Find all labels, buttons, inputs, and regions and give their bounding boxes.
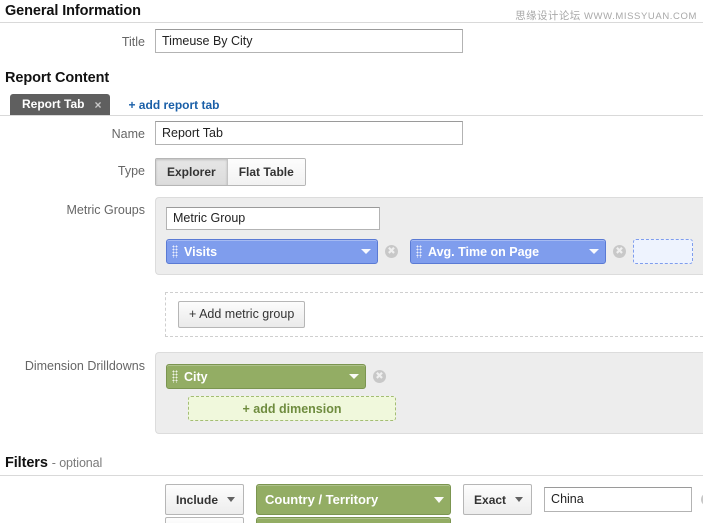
metric-chip-avg-time-on-page[interactable]: Avg. Time on Page xyxy=(410,239,606,264)
caret-down-icon xyxy=(515,497,523,502)
dimension-chip-city-label: City xyxy=(184,370,341,384)
filters-heading-label: Filters xyxy=(5,455,48,471)
add-metric-drop-target[interactable] xyxy=(633,239,693,264)
metric-chip-visits[interactable]: Visits xyxy=(166,239,378,264)
name-input[interactable] xyxy=(155,121,463,145)
remove-circle-icon[interactable]: ✖ xyxy=(385,245,398,258)
filter-include-value: Include xyxy=(176,493,218,507)
type-label: Type xyxy=(0,158,155,184)
metric-groups-label: Metric Groups xyxy=(0,197,155,219)
dimension-chip-row: City ✖ xyxy=(166,364,693,389)
type-option-explorer[interactable]: Explorer xyxy=(156,159,227,185)
general-information-heading: General Information xyxy=(5,3,141,19)
add-dimension-button[interactable]: + add dimension xyxy=(188,396,396,421)
report-content-title-text: Report Content xyxy=(5,70,109,86)
next-filter-field-chip[interactable]: Country / Territory xyxy=(256,517,451,523)
tab-report-tab[interactable]: Report Tab × xyxy=(10,94,110,115)
name-label: Name xyxy=(0,121,155,147)
report-content-heading: Report Content xyxy=(5,70,109,86)
filters-heading: Filters - optional xyxy=(5,455,102,471)
general-information-title-text: General Information xyxy=(5,3,141,19)
filter-field-chip-label: Country / Territory xyxy=(262,492,426,507)
caret-down-icon[interactable] xyxy=(589,249,599,254)
watermark: 思缘设计论坛 WWW.MISSYUAN.COM xyxy=(515,8,697,23)
type-row: Type Explorer Flat Table xyxy=(0,158,703,186)
metric-chip-avg-time-on-page-label: Avg. Time on Page xyxy=(428,245,581,259)
next-filter-include-dropdown[interactable]: Include xyxy=(165,517,244,523)
close-icon[interactable]: × xyxy=(94,99,101,111)
filters-optional-label: - optional xyxy=(52,456,102,470)
metric-groups-row: Metric Groups Visits ✖ Avg. Time on Page… xyxy=(0,197,703,275)
dimension-panel: City ✖ + add dimension xyxy=(155,352,703,434)
caret-down-icon[interactable] xyxy=(361,249,371,254)
filter-match-value: Exact xyxy=(474,493,506,507)
type-toggle-group: Explorer Flat Table xyxy=(155,158,306,186)
add-metric-group-zone: + Add metric group xyxy=(165,292,703,337)
filter-row: Include Country / Territory Exact ✖ xyxy=(165,484,703,515)
next-filter-row-partial: Include Country / Territory xyxy=(165,517,451,523)
watermark-url-text: WWW.MISSYUAN.COM xyxy=(584,11,697,22)
report-tab-strip: Report Tab × + add report tab xyxy=(10,93,219,115)
dimension-drilldowns-row: Dimension Drilldowns City ✖ + add dimens… xyxy=(0,352,703,434)
add-report-tab-link[interactable]: + add report tab xyxy=(128,98,219,112)
remove-circle-icon[interactable]: ✖ xyxy=(373,370,386,383)
caret-down-icon[interactable] xyxy=(349,374,359,379)
report-content-divider xyxy=(0,115,703,116)
filter-value-input[interactable] xyxy=(544,487,692,512)
type-option-flat-table[interactable]: Flat Table xyxy=(227,159,305,185)
title-label: Title xyxy=(0,29,155,55)
title-input[interactable] xyxy=(155,29,463,53)
metric-group-panel: Visits ✖ Avg. Time on Page ✖ xyxy=(155,197,703,275)
caret-down-icon xyxy=(227,497,235,502)
drag-grip-icon[interactable] xyxy=(416,245,422,258)
filters-divider xyxy=(0,475,703,476)
filter-field-chip-country-territory[interactable]: Country / Territory xyxy=(256,484,451,515)
general-information-divider xyxy=(0,22,703,23)
title-row: Title xyxy=(0,29,703,55)
filter-include-dropdown[interactable]: Include xyxy=(165,484,244,515)
dimension-drilldowns-label: Dimension Drilldowns xyxy=(0,352,155,375)
dimension-chip-city[interactable]: City xyxy=(166,364,366,389)
filter-match-dropdown[interactable]: Exact xyxy=(463,484,532,515)
name-row: Name xyxy=(0,121,703,147)
remove-circle-icon[interactable]: ✖ xyxy=(613,245,626,258)
tab-report-tab-label: Report Tab xyxy=(22,94,84,115)
drag-grip-icon[interactable] xyxy=(172,370,178,383)
caret-down-icon[interactable] xyxy=(434,497,444,503)
add-metric-group-button[interactable]: + Add metric group xyxy=(178,301,305,328)
metric-chip-row: Visits ✖ Avg. Time on Page ✖ xyxy=(166,239,693,264)
metric-group-name-input[interactable] xyxy=(166,207,380,230)
watermark-cn-text: 思缘设计论坛 xyxy=(515,10,580,22)
drag-grip-icon[interactable] xyxy=(172,245,178,258)
filters-title-text: Filters - optional xyxy=(5,455,102,471)
metric-chip-visits-label: Visits xyxy=(184,245,353,259)
